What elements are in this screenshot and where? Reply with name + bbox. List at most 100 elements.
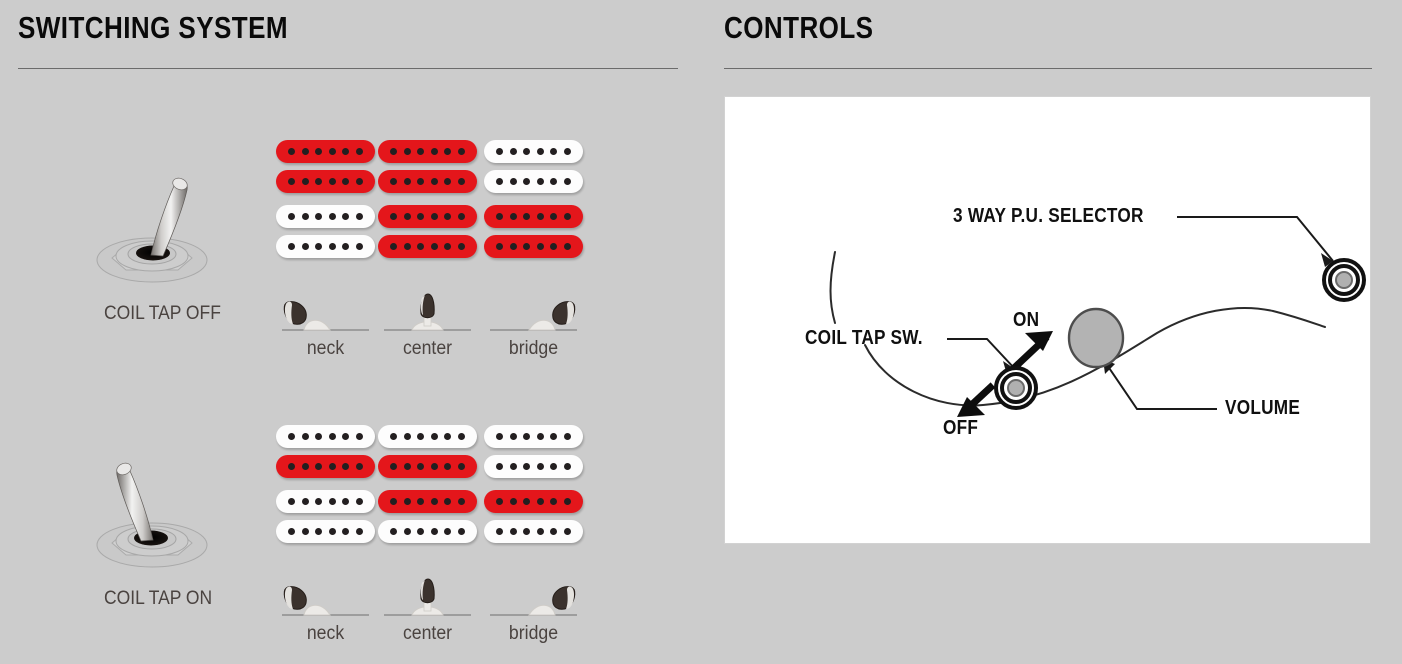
pole-piece	[536, 528, 544, 535]
pole-piece	[430, 148, 438, 155]
coil-bottom	[484, 170, 583, 193]
pole-piece	[550, 178, 558, 185]
pickup-upper-center-on	[378, 425, 477, 478]
pole-piece	[328, 243, 336, 250]
pole-piece	[342, 433, 350, 440]
pole-piece	[315, 243, 323, 250]
pole-piece	[355, 498, 363, 505]
pole-piece	[355, 433, 363, 440]
pole-piece	[355, 213, 363, 220]
pole-piece	[315, 498, 323, 505]
pole-piece	[417, 528, 425, 535]
pole-piece	[417, 148, 425, 155]
coil-top	[276, 425, 375, 448]
coil-top	[378, 140, 477, 163]
pole-piece	[457, 213, 465, 220]
coil-top	[484, 140, 583, 163]
pole-piece	[403, 148, 411, 155]
callout-coil-tap-on: ON	[1013, 309, 1040, 331]
pole-piece	[328, 463, 336, 470]
pole-piece	[301, 178, 309, 185]
switching-system-panel: SWITCHING SYSTEM COIL TAP OFF neck cente…	[0, 0, 700, 664]
coil-tap-switch-icon[interactable]	[993, 365, 1039, 411]
mode-label-coil-tap-off: COIL TAP OFF	[104, 303, 221, 324]
callout-volume: VOLUME	[1225, 397, 1301, 419]
pole-piece	[342, 213, 350, 220]
selector-label-bridge: bridge	[508, 338, 559, 359]
pole-piece	[342, 148, 350, 155]
pole-piece	[444, 463, 452, 470]
pole-piece	[457, 148, 465, 155]
pole-piece	[523, 433, 531, 440]
coil-bottom	[276, 520, 375, 543]
callout-pickup-selector: 3 WAY P.U. SELECTOR	[953, 205, 1144, 227]
pole-piece	[417, 463, 425, 470]
pickup-upper-bridge-on	[484, 425, 583, 478]
pole-piece	[417, 243, 425, 250]
pole-piece	[550, 213, 558, 220]
selector-position-neck-off[interactable]: neck	[276, 292, 375, 359]
pole-piece	[536, 148, 544, 155]
coil-bottom	[276, 455, 375, 478]
pole-piece	[457, 528, 465, 535]
pole-piece	[523, 148, 531, 155]
coil-top	[276, 140, 375, 163]
pickup-selector-switch-icon[interactable]	[1321, 257, 1367, 303]
pole-piece	[430, 463, 438, 470]
selector-position-bridge-off[interactable]: bridge	[484, 292, 583, 359]
pole-piece	[536, 498, 544, 505]
pole-piece	[315, 213, 323, 220]
pole-piece	[536, 213, 544, 220]
callout-coil-tap-off: OFF	[943, 417, 979, 439]
pole-piece	[430, 178, 438, 185]
coil-bottom	[378, 170, 477, 193]
pole-piece	[328, 433, 336, 440]
pole-piece	[342, 243, 350, 250]
selector-label-bridge: bridge	[508, 623, 559, 644]
coil-top	[276, 490, 375, 513]
pole-piece	[523, 213, 531, 220]
coil-bottom	[378, 235, 477, 258]
controls-diagram-card: 3 WAY P.U. SELECTOR COIL TAP SW. ON OFF …	[724, 96, 1371, 544]
pole-piece	[417, 213, 425, 220]
pole-piece	[457, 463, 465, 470]
pole-piece	[444, 243, 452, 250]
pickup-lower-bridge-off	[484, 205, 583, 258]
pole-piece	[496, 498, 504, 505]
selector-position-center-off[interactable]: center	[378, 292, 477, 359]
selector-position-center-on[interactable]: center	[378, 577, 477, 644]
pole-piece	[509, 498, 517, 505]
volume-knob-icon[interactable]	[1065, 305, 1127, 371]
coil-tap-toggle-off[interactable]	[90, 160, 230, 290]
selector-position-bridge-on[interactable]: bridge	[484, 577, 583, 644]
pole-piece	[509, 178, 517, 185]
coil-bottom	[378, 455, 477, 478]
pole-piece	[563, 178, 571, 185]
pole-piece	[430, 528, 438, 535]
pole-piece	[536, 463, 544, 470]
pole-piece	[536, 433, 544, 440]
pole-piece	[563, 243, 571, 250]
pole-piece	[550, 528, 558, 535]
pole-piece	[509, 463, 517, 470]
callout-coil-tap-switch: COIL TAP SW.	[805, 327, 923, 349]
pole-piece	[355, 178, 363, 185]
selector-label-center: center	[402, 623, 453, 644]
coil-top	[378, 425, 477, 448]
pole-piece	[315, 528, 323, 535]
coil-bottom	[484, 455, 583, 478]
coil-tap-toggle-on[interactable]	[90, 445, 230, 575]
pole-piece	[523, 498, 531, 505]
pole-piece	[563, 148, 571, 155]
pole-piece	[342, 528, 350, 535]
pole-piece	[390, 463, 398, 470]
pole-piece	[301, 498, 309, 505]
pole-piece	[315, 148, 323, 155]
pole-piece	[496, 463, 504, 470]
pole-piece	[444, 213, 452, 220]
pole-piece	[563, 213, 571, 220]
pole-piece	[523, 528, 531, 535]
selector-position-neck-on[interactable]: neck	[276, 577, 375, 644]
pole-piece	[403, 243, 411, 250]
pole-piece	[390, 148, 398, 155]
